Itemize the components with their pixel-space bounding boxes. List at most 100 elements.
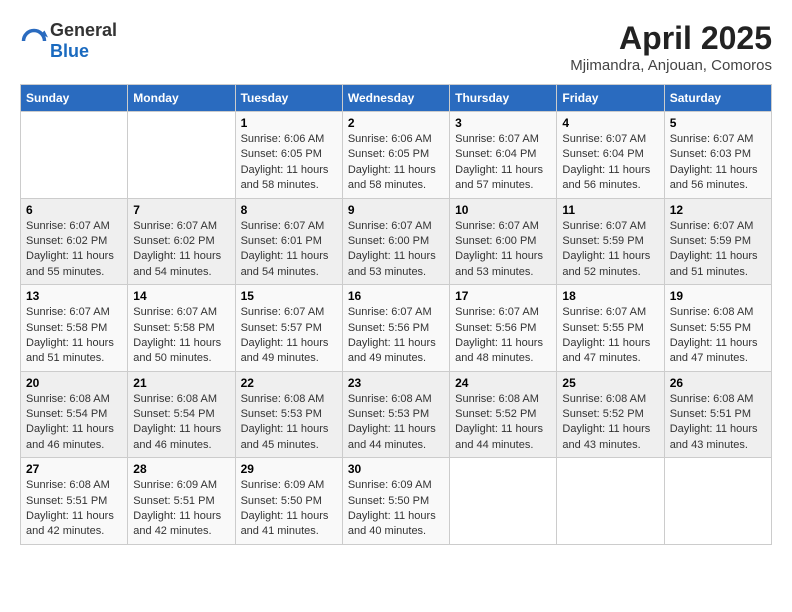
calendar-cell: 22 Sunrise: 6:08 AM Sunset: 5:53 PM Dayli… <box>235 371 342 458</box>
day-number: 10 <box>455 203 551 217</box>
calendar-cell: 9Sunrise: 6:07 AM Sunset: 6:00 PM Daylig… <box>342 198 449 285</box>
week-row-2: 6 Sunrise: 6:07 AM Sunset: 6:02 PM Daylig… <box>21 198 772 285</box>
day-info: Sunrise: 6:07 AM Sunset: 5:56 PM Dayligh… <box>455 305 551 367</box>
day-info: Sunrise: 6:07 AM Sunset: 6:00 PM Dayligh… <box>455 219 551 281</box>
week-row-1: 1 Sunrise: 6:06 AM Sunset: 6:05 PM Daylig… <box>21 112 772 199</box>
day-number: 11 <box>562 203 658 217</box>
calendar-cell: 19 Sunrise: 6:08 AM Sunset: 5:55 PM Dayli… <box>664 285 771 372</box>
day-number: 21 <box>133 376 229 390</box>
logo-blue-text: Blue <box>50 41 89 61</box>
weekday-header-row: SundayMondayTuesdayWednesdayThursdayFrid… <box>21 85 772 112</box>
calendar-cell <box>450 458 557 545</box>
day-info: Sunrise: 6:07 AM Sunset: 5:57 PM Dayligh… <box>241 305 337 367</box>
calendar-cell: 18 Sunrise: 6:07 AM Sunset: 5:55 PM Dayli… <box>557 285 664 372</box>
day-info: Sunrise: 6:06 AM Sunset: 6:05 PM Dayligh… <box>241 132 337 194</box>
calendar-cell <box>21 112 128 199</box>
day-number: 26 <box>670 376 766 390</box>
day-number: 6 <box>26 203 122 217</box>
day-number: 18 <box>562 289 658 303</box>
weekday-header-wednesday: Wednesday <box>342 85 449 112</box>
day-number: 17 <box>455 289 551 303</box>
calendar-cell: 25Sunrise: 6:08 AM Sunset: 5:52 PM Dayli… <box>557 371 664 458</box>
week-row-3: 13 Sunrise: 6:07 AM Sunset: 5:58 PM Dayli… <box>21 285 772 372</box>
day-info: Sunrise: 6:07 AM Sunset: 6:04 PM Dayligh… <box>562 132 658 194</box>
day-number: 2 <box>348 116 444 130</box>
day-info: Sunrise: 6:07 AM Sunset: 5:56 PM Dayligh… <box>348 305 444 367</box>
day-number: 25 <box>562 376 658 390</box>
day-info: Sunrise: 6:08 AM Sunset: 5:51 PM Dayligh… <box>26 478 122 540</box>
day-info: Sunrise: 6:07 AM Sunset: 5:55 PM Dayligh… <box>562 305 658 367</box>
day-info: Sunrise: 6:07 AM Sunset: 6:01 PM Dayligh… <box>241 219 337 281</box>
calendar-cell: 21Sunrise: 6:08 AM Sunset: 5:54 PM Dayli… <box>128 371 235 458</box>
calendar-cell: 3 Sunrise: 6:07 AM Sunset: 6:04 PM Daylig… <box>450 112 557 199</box>
day-number: 14 <box>133 289 229 303</box>
week-row-5: 27 Sunrise: 6:08 AM Sunset: 5:51 PM Dayli… <box>21 458 772 545</box>
day-info: Sunrise: 6:09 AM Sunset: 5:50 PM Dayligh… <box>348 478 444 540</box>
calendar-cell: 29Sunrise: 6:09 AM Sunset: 5:50 PM Dayli… <box>235 458 342 545</box>
calendar-cell: 14Sunrise: 6:07 AM Sunset: 5:58 PM Dayli… <box>128 285 235 372</box>
day-info: Sunrise: 6:08 AM Sunset: 5:52 PM Dayligh… <box>455 392 551 454</box>
day-info: Sunrise: 6:07 AM Sunset: 5:58 PM Dayligh… <box>26 305 122 367</box>
calendar-cell: 7 Sunrise: 6:07 AM Sunset: 6:02 PM Daylig… <box>128 198 235 285</box>
day-info: Sunrise: 6:07 AM Sunset: 6:04 PM Dayligh… <box>455 132 551 194</box>
calendar-cell: 23Sunrise: 6:08 AM Sunset: 5:53 PM Dayli… <box>342 371 449 458</box>
calendar-table: SundayMondayTuesdayWednesdayThursdayFrid… <box>20 84 772 545</box>
weekday-header-saturday: Saturday <box>664 85 771 112</box>
day-number: 3 <box>455 116 551 130</box>
day-number: 15 <box>241 289 337 303</box>
day-number: 22 <box>241 376 337 390</box>
day-info: Sunrise: 6:09 AM Sunset: 5:51 PM Dayligh… <box>133 478 229 540</box>
calendar-cell: 10 Sunrise: 6:07 AM Sunset: 6:00 PM Dayli… <box>450 198 557 285</box>
day-info: Sunrise: 6:07 AM Sunset: 5:59 PM Dayligh… <box>562 219 658 281</box>
day-number: 23 <box>348 376 444 390</box>
calendar-cell: 27 Sunrise: 6:08 AM Sunset: 5:51 PM Dayli… <box>21 458 128 545</box>
calendar-cell: 16 Sunrise: 6:07 AM Sunset: 5:56 PM Dayli… <box>342 285 449 372</box>
calendar-cell: 6Sunrise: 6:07 AM Sunset: 6:02 PM Daylig… <box>21 198 128 285</box>
day-number: 24 <box>455 376 551 390</box>
logo-general-text: General <box>50 20 117 40</box>
calendar-cell <box>557 458 664 545</box>
day-info: Sunrise: 6:07 AM Sunset: 6:02 PM Dayligh… <box>133 219 229 281</box>
day-number: 8 <box>241 203 337 217</box>
day-number: 1 <box>241 116 337 130</box>
calendar-cell <box>128 112 235 199</box>
calendar-cell: 28 Sunrise: 6:09 AM Sunset: 5:51 PM Dayli… <box>128 458 235 545</box>
calendar-cell: 2 Sunrise: 6:06 AM Sunset: 6:05 PM Daylig… <box>342 112 449 199</box>
day-number: 16 <box>348 289 444 303</box>
day-info: Sunrise: 6:08 AM Sunset: 5:54 PM Dayligh… <box>26 392 122 454</box>
day-number: 28 <box>133 462 229 476</box>
calendar-cell: 15 Sunrise: 6:07 AM Sunset: 5:57 PM Dayli… <box>235 285 342 372</box>
weekday-header-thursday: Thursday <box>450 85 557 112</box>
day-number: 12 <box>670 203 766 217</box>
day-info: Sunrise: 6:07 AM Sunset: 6:00 PM Dayligh… <box>348 219 444 281</box>
calendar-cell: 11 Sunrise: 6:07 AM Sunset: 5:59 PM Dayli… <box>557 198 664 285</box>
logo: General Blue <box>20 20 117 62</box>
calendar-cell: 12 Sunrise: 6:07 AM Sunset: 5:59 PM Dayli… <box>664 198 771 285</box>
page-header: General Blue April 2025 Mjimandra, Anjou… <box>20 20 772 74</box>
calendar-subtitle: Mjimandra, Anjouan, Comoros <box>570 57 772 74</box>
weekday-header-tuesday: Tuesday <box>235 85 342 112</box>
day-number: 27 <box>26 462 122 476</box>
weekday-header-friday: Friday <box>557 85 664 112</box>
day-info: Sunrise: 6:09 AM Sunset: 5:50 PM Dayligh… <box>241 478 337 540</box>
calendar-cell <box>664 458 771 545</box>
day-info: Sunrise: 6:08 AM Sunset: 5:53 PM Dayligh… <box>241 392 337 454</box>
day-number: 19 <box>670 289 766 303</box>
day-info: Sunrise: 6:07 AM Sunset: 5:59 PM Dayligh… <box>670 219 766 281</box>
week-row-4: 20Sunrise: 6:08 AM Sunset: 5:54 PM Dayli… <box>21 371 772 458</box>
calendar-cell: 13 Sunrise: 6:07 AM Sunset: 5:58 PM Dayli… <box>21 285 128 372</box>
calendar-title: April 2025 <box>570 20 772 57</box>
calendar-cell: 20Sunrise: 6:08 AM Sunset: 5:54 PM Dayli… <box>21 371 128 458</box>
day-number: 13 <box>26 289 122 303</box>
calendar-cell: 1 Sunrise: 6:06 AM Sunset: 6:05 PM Daylig… <box>235 112 342 199</box>
day-info: Sunrise: 6:08 AM Sunset: 5:55 PM Dayligh… <box>670 305 766 367</box>
calendar-cell: 24 Sunrise: 6:08 AM Sunset: 5:52 PM Dayli… <box>450 371 557 458</box>
day-info: Sunrise: 6:06 AM Sunset: 6:05 PM Dayligh… <box>348 132 444 194</box>
day-number: 7 <box>133 203 229 217</box>
day-number: 30 <box>348 462 444 476</box>
title-block: April 2025 Mjimandra, Anjouan, Comoros <box>570 20 772 74</box>
day-info: Sunrise: 6:07 AM Sunset: 6:03 PM Dayligh… <box>670 132 766 194</box>
calendar-cell: 5Sunrise: 6:07 AM Sunset: 6:03 PM Daylig… <box>664 112 771 199</box>
calendar-cell: 17 Sunrise: 6:07 AM Sunset: 5:56 PM Dayli… <box>450 285 557 372</box>
calendar-cell: 4Sunrise: 6:07 AM Sunset: 6:04 PM Daylig… <box>557 112 664 199</box>
